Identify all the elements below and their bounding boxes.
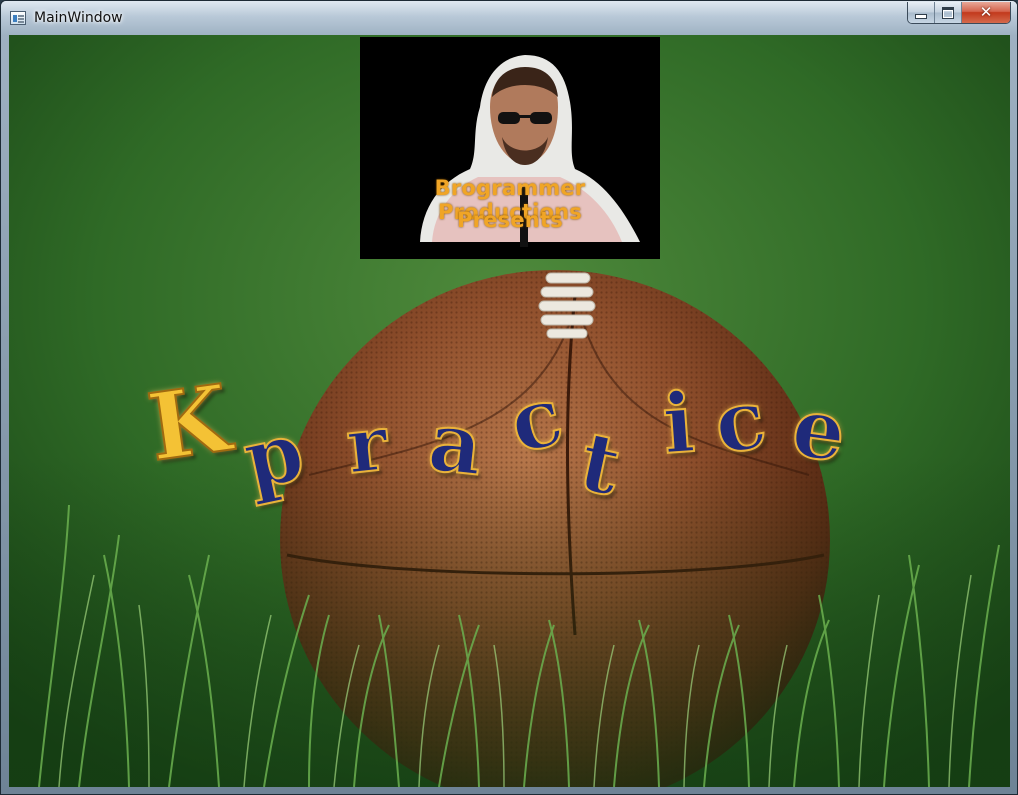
logo-letter-a: a [423,392,488,495]
minimize-button[interactable] [908,2,935,23]
application-window-icon[interactable] [10,11,26,25]
minimize-icon [915,14,927,19]
splash-content: Brogrammer Productions Presents K p r a … [9,35,1010,787]
maximize-icon [942,6,954,19]
close-button[interactable]: ✕ [962,2,1010,23]
maximize-button[interactable] [935,2,962,23]
caption-buttons: ✕ [907,2,1011,24]
main-window: MainWindow ✕ Brogrammer Productions Pres… [0,0,1018,795]
banner-subtitle: Presents [457,208,563,232]
logo-letter-r: r [341,397,392,492]
window-title: MainWindow [34,10,123,26]
title-bar[interactable]: MainWindow ✕ [1,1,1017,35]
intro-banner: Brogrammer Productions Presents [360,37,660,259]
logo-letter-k: K [141,363,237,483]
close-icon: ✕ [979,3,993,21]
logo-letter-i: i [659,374,699,474]
